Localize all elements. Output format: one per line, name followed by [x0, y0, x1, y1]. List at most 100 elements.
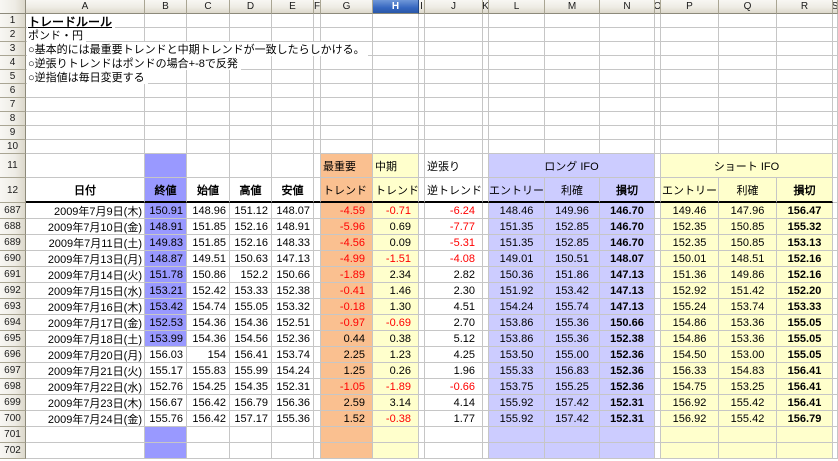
close-cell[interactable]: 152.53 — [145, 315, 187, 331]
cell-R4[interactable] — [777, 56, 833, 70]
cell-F691[interactable] — [314, 267, 321, 283]
long-stop-cell[interactable]: 152.36 — [600, 363, 655, 379]
cell-S1[interactable] — [833, 14, 838, 28]
date-cell[interactable]: 2009年7月23日(木) — [26, 395, 145, 411]
cell-S688[interactable] — [833, 219, 838, 235]
open-cell[interactable]: 154.36 — [187, 331, 230, 347]
cell-F5[interactable] — [314, 70, 321, 84]
cell-H9[interactable] — [373, 126, 419, 140]
open-cell[interactable]: 154 — [187, 347, 230, 363]
long-profit-cell[interactable]: 155.36 — [545, 331, 600, 347]
high-cell[interactable]: 154.56 — [230, 331, 272, 347]
cell-G6[interactable] — [321, 84, 373, 98]
cell-J1[interactable] — [425, 14, 483, 28]
cell-C1[interactable] — [187, 14, 230, 28]
close-cell[interactable]: 155.17 — [145, 363, 187, 379]
cell-D7[interactable] — [230, 98, 272, 112]
low-cell[interactable]: 153.32 — [272, 299, 314, 315]
cell-F692[interactable] — [314, 283, 321, 299]
column-header-E[interactable]: E — [272, 0, 314, 14]
cell-M7[interactable] — [545, 98, 600, 112]
short-entry-cell[interactable]: 152.35 — [661, 219, 719, 235]
cell-L9[interactable] — [489, 126, 545, 140]
cell-G7[interactable] — [321, 98, 373, 112]
close-cell[interactable]: 151.78 — [145, 267, 187, 283]
cell-G4[interactable] — [321, 56, 373, 70]
column-header-Q[interactable]: Q — [719, 0, 777, 14]
cell-N10[interactable] — [600, 140, 655, 154]
header-contrarian-line1[interactable]: 逆張り — [425, 154, 483, 178]
open-cell[interactable]: 154.25 — [187, 379, 230, 395]
long-entry-cell[interactable]: 155.33 — [489, 363, 545, 379]
cell-S691[interactable] — [833, 267, 838, 283]
column-header-C[interactable]: C — [187, 0, 230, 14]
cell-S699[interactable] — [833, 395, 838, 411]
cell-S694[interactable] — [833, 315, 838, 331]
short-stop-cell[interactable]: 156.79 — [777, 411, 833, 427]
long-stop-cell[interactable]: 152.31 — [600, 411, 655, 427]
open-cell[interactable]: 151.85 — [187, 219, 230, 235]
close-cell[interactable]: 155.76 — [145, 411, 187, 427]
short-entry-cell[interactable]: 151.36 — [661, 267, 719, 283]
column-header-G[interactable]: G — [321, 0, 373, 14]
cell-M2[interactable] — [545, 28, 600, 42]
cell-R10[interactable] — [777, 140, 833, 154]
row-header-691[interactable]: 691 — [0, 267, 26, 283]
cell-G2[interactable] — [321, 28, 373, 42]
cell-R5[interactable] — [777, 70, 833, 84]
long-stop-cell[interactable]: 147.13 — [600, 299, 655, 315]
cell-H2[interactable] — [373, 28, 419, 42]
short-entry-cell[interactable]: 152.92 — [661, 283, 719, 299]
trend-main-cell[interactable]: -4.99 — [321, 251, 373, 267]
cell-E2[interactable] — [272, 28, 314, 42]
cell-F699[interactable] — [314, 395, 321, 411]
long-profit-cell[interactable]: 153.42 — [545, 283, 600, 299]
high-cell[interactable]: 153.33 — [230, 283, 272, 299]
short-entry-cell[interactable]: 149.46 — [661, 203, 719, 219]
short-entry-cell[interactable]: 154.86 — [661, 331, 719, 347]
cell-A702[interactable] — [26, 443, 145, 459]
trend-mid-cell[interactable]: -0.38 — [373, 411, 419, 427]
cell-Q5[interactable] — [719, 70, 777, 84]
long-stop-cell[interactable]: 152.38 — [600, 331, 655, 347]
close-cell[interactable]: 156.67 — [145, 395, 187, 411]
trend-main-cell[interactable]: -1.89 — [321, 267, 373, 283]
high-cell[interactable]: 157.17 — [230, 411, 272, 427]
close-cell[interactable]: 153.99 — [145, 331, 187, 347]
trend-main-cell[interactable]: -0.18 — [321, 299, 373, 315]
cell-E4[interactable] — [272, 56, 314, 70]
header-trend-main-line1[interactable]: 最重要 — [321, 154, 373, 178]
long-entry-cell[interactable]: 153.86 — [489, 315, 545, 331]
cell-J4[interactable] — [425, 56, 483, 70]
row-header-689[interactable]: 689 — [0, 235, 26, 251]
cell-C10[interactable] — [187, 140, 230, 154]
cell-E9[interactable] — [272, 126, 314, 140]
short-entry-cell[interactable]: 154.50 — [661, 347, 719, 363]
header-group-long-ifo[interactable]: ロング IFO — [489, 154, 655, 178]
header-trend-mid-line1[interactable]: 中期 — [373, 154, 419, 178]
cell-S701[interactable] — [833, 427, 838, 443]
cell-L6[interactable] — [489, 84, 545, 98]
cell-B701[interactable] — [145, 427, 187, 443]
cell-S9[interactable] — [833, 126, 838, 140]
cell-M702[interactable] — [545, 443, 600, 459]
cell-F11[interactable] — [314, 154, 321, 178]
cell-Q4[interactable] — [719, 56, 777, 70]
date-cell[interactable]: 2009年7月14日(火) — [26, 267, 145, 283]
low-cell[interactable]: 148.07 — [272, 203, 314, 219]
cell-C9[interactable] — [187, 126, 230, 140]
cell-H6[interactable] — [373, 84, 419, 98]
trend-main-cell[interactable]: -1.05 — [321, 379, 373, 395]
contrarian-cell[interactable]: 1.77 — [425, 411, 483, 427]
cell-C6[interactable] — [187, 84, 230, 98]
cell-H10[interactable] — [373, 140, 419, 154]
column-header-P[interactable]: P — [661, 0, 719, 14]
cell-J7[interactable] — [425, 98, 483, 112]
cell-F697[interactable] — [314, 363, 321, 379]
contrarian-cell[interactable]: 4.51 — [425, 299, 483, 315]
open-cell[interactable]: 154.74 — [187, 299, 230, 315]
long-entry-cell[interactable]: 154.24 — [489, 299, 545, 315]
cell-S692[interactable] — [833, 283, 838, 299]
cell-P5[interactable] — [661, 70, 719, 84]
cell-S3[interactable] — [833, 42, 838, 56]
